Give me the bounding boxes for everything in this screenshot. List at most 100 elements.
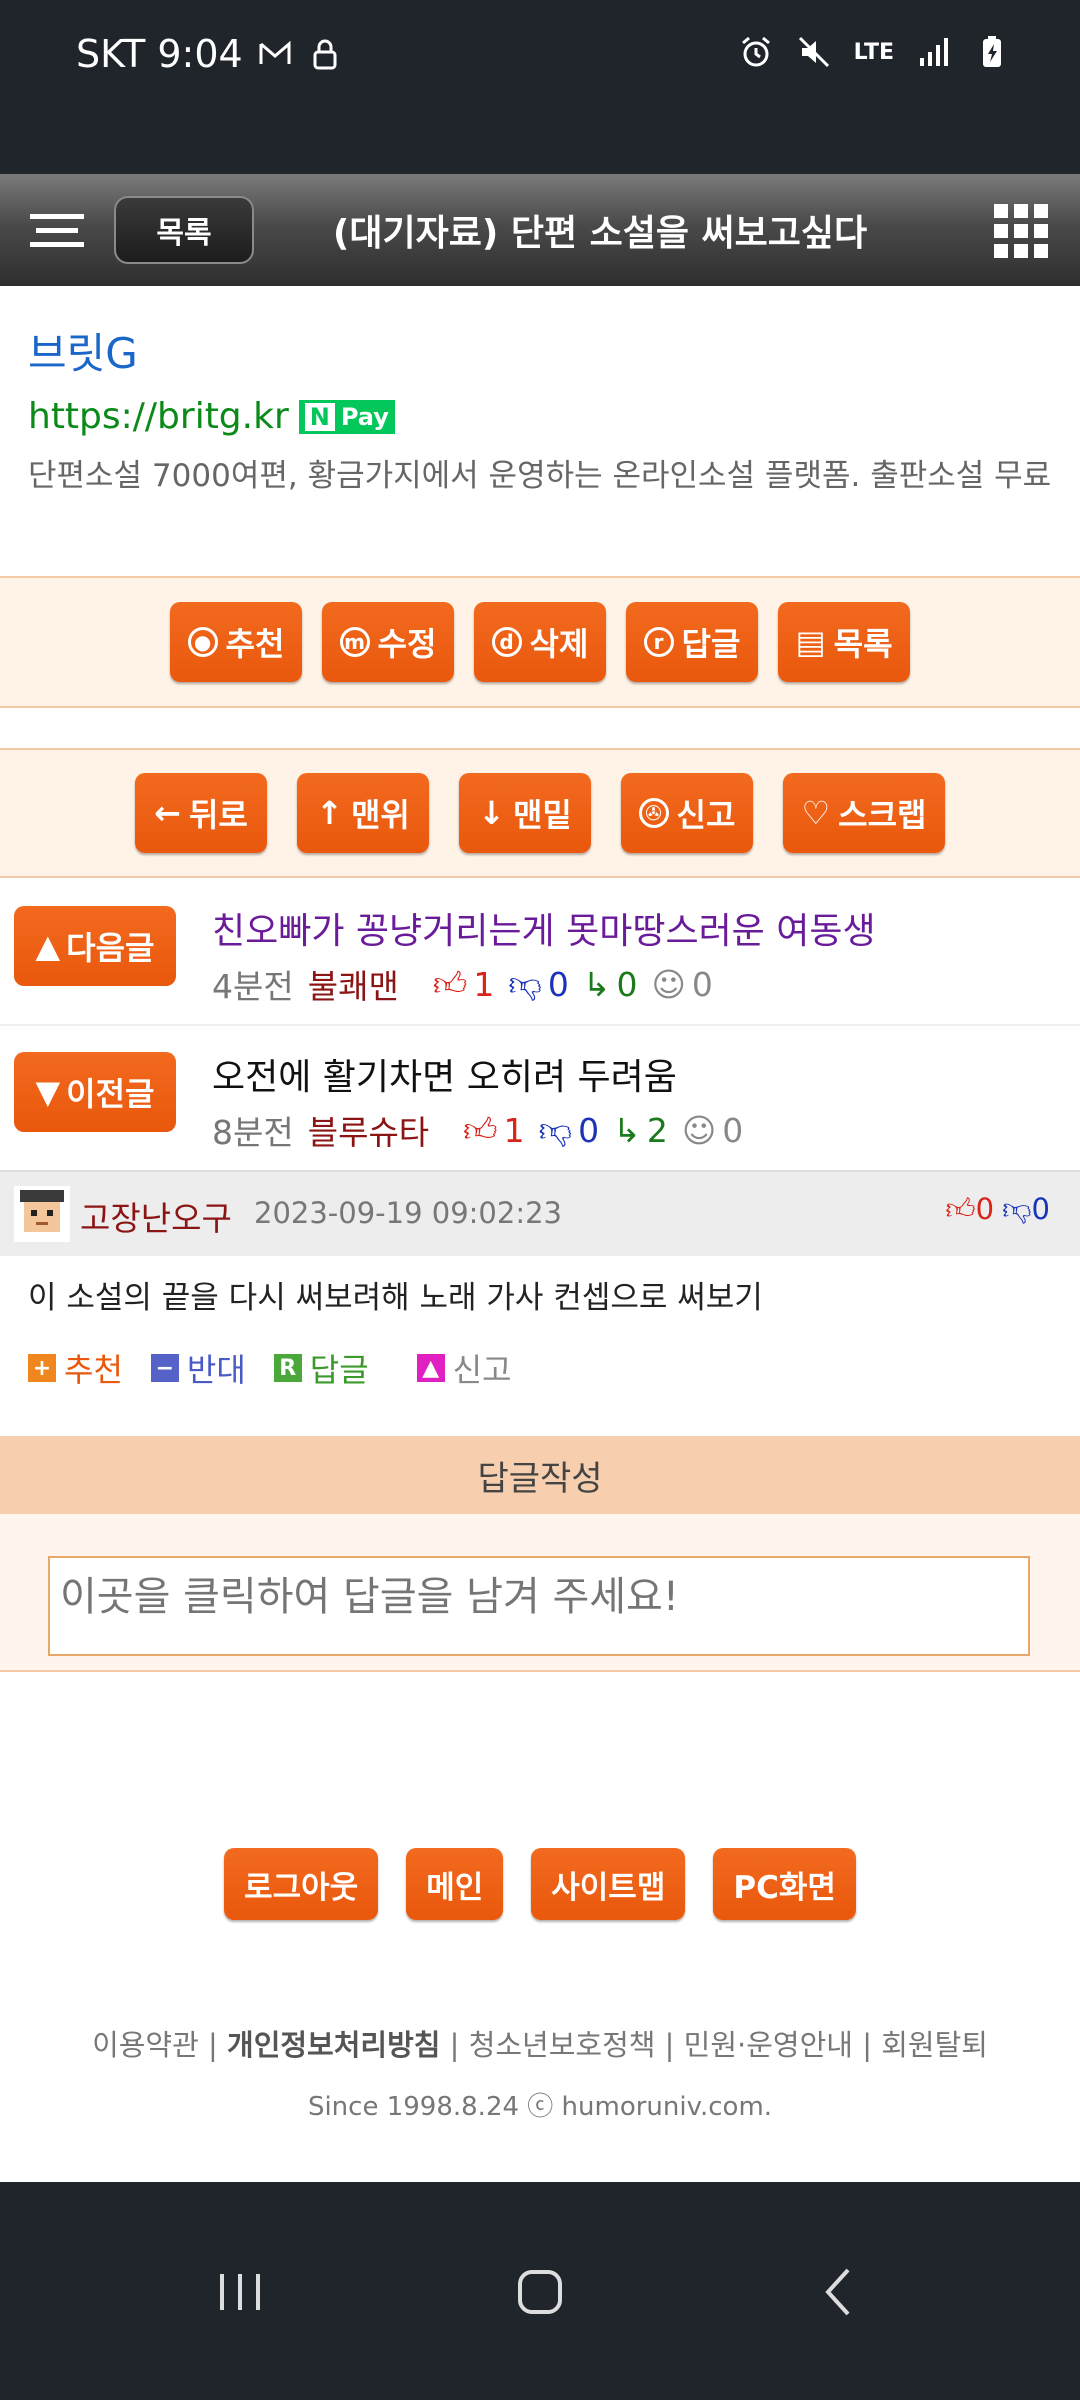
comment-down-value: 0: [1031, 1192, 1050, 1226]
page-title: (대기자료) 단편 소설을 써보고싶다: [332, 213, 868, 254]
ad-url[interactable]: https://britg.kr N Pay: [28, 396, 395, 437]
carrier-time: SKT 9:04: [76, 32, 243, 76]
upvote-value: 1: [473, 964, 495, 1004]
npay-badge: N Pay: [298, 399, 395, 434]
menu-icon[interactable]: [30, 214, 84, 250]
divider: [0, 708, 1080, 748]
ad-block[interactable]: 브릿G https://britg.kr N Pay 단편소설 7000여편, 황…: [0, 286, 1080, 576]
siren-icon: ▲: [416, 1354, 445, 1382]
view-value: 0: [691, 964, 713, 1004]
comment-report[interactable]: ▲ 신고: [416, 1345, 512, 1391]
downvote-count: 👎︎ 0: [508, 964, 569, 1004]
upvote-count: 👍︎ 1: [433, 964, 495, 1004]
avatar[interactable]: [14, 1186, 70, 1242]
back-nav-icon[interactable]: [810, 2262, 870, 2322]
d-circle-icon: d: [491, 627, 522, 657]
comment-recommend[interactable]: + 추천: [28, 1345, 123, 1391]
siren-icon: ✇: [638, 798, 669, 828]
reply-form-header: 답글작성: [0, 1436, 1080, 1514]
prev-post-button[interactable]: ▼ 이전글: [14, 1052, 176, 1132]
pc-view-button[interactable]: PC화면: [713, 1848, 856, 1920]
r-circle-icon: r: [643, 627, 674, 657]
prev-post-title[interactable]: 오전에 활기차면 오히려 두려움: [212, 1048, 677, 1100]
prev-post-label: 이전글: [66, 1075, 155, 1113]
ad-title[interactable]: 브릿G: [28, 320, 138, 381]
recommend-button[interactable]: ● 추천: [170, 602, 302, 682]
ad-url-text[interactable]: https://britg.kr: [28, 396, 289, 437]
thumbs-down-icon: 👎︎: [538, 1110, 573, 1149]
delete-button[interactable]: d 삭제: [474, 602, 606, 682]
scrap-label: 스크랩: [838, 796, 927, 834]
reply-count: ↳ 2: [613, 1111, 668, 1150]
upvote-value: 1: [503, 1110, 525, 1150]
reply-input[interactable]: [48, 1556, 1030, 1656]
battery-icon: [983, 36, 1001, 67]
youth-policy-link[interactable]: 청소년보호정책: [469, 2028, 656, 2062]
prev-post-item[interactable]: ▼ 이전글 오전에 활기차면 오히려 두려움 8분전 블루슈타 👍︎ 1 👎︎ 0 ↳…: [0, 1026, 1080, 1172]
reply-value: 2: [646, 1110, 668, 1150]
arrow-left-icon: ←: [154, 794, 181, 832]
comment-up-value: 0: [975, 1192, 995, 1226]
comment-actions: + 추천 − 반대 R 답글 ▲ 신고: [28, 1345, 512, 1391]
edit-label: 수정: [377, 625, 437, 663]
report-label: 신고: [676, 796, 736, 834]
view-count: ☺ 0: [651, 965, 712, 1004]
comment-upvote[interactable]: 👍︎0: [945, 1192, 994, 1227]
comment-header: 고장난오구 2023-09-19 09:02:23 👍︎0 👎︎0: [0, 1170, 1080, 1256]
comment-report-label: 신고: [452, 1351, 512, 1389]
sitemap-button[interactable]: 사이트맵: [531, 1848, 686, 1920]
withdraw-link[interactable]: 회원탈퇴: [881, 2028, 988, 2062]
next-post-item[interactable]: ▲ 다음글 친오빠가 꽁냥거리는게 못마땅스러운 여동생 4분전 불쾌맨 👍︎ 1 …: [0, 880, 1080, 1026]
status-bar: SKT 9:04 LTE: [0, 0, 1080, 174]
report-button[interactable]: ✇ 신고: [621, 773, 753, 853]
npay-label: Pay: [340, 402, 389, 431]
delete-label: 삭제: [529, 625, 589, 663]
system-nav-bar: [0, 2182, 1080, 2400]
comment-reply[interactable]: R 답글: [273, 1345, 369, 1391]
comment-author[interactable]: 고장난오구: [80, 1192, 232, 1240]
privacy-link[interactable]: 개인정보처리방침: [227, 2028, 440, 2062]
recents-icon[interactable]: [210, 2262, 270, 2322]
list-icon: ▤: [795, 623, 826, 661]
reply-arrow-icon: ↳: [613, 1110, 641, 1150]
face-icon: ☺: [651, 964, 686, 1004]
arrow-up-icon: ↑: [316, 794, 343, 832]
list-bottom-button[interactable]: ▤ 목록: [778, 602, 910, 682]
edit-button[interactable]: m 수정: [322, 602, 454, 682]
help-link[interactable]: 민원·운영안내: [684, 2028, 853, 2062]
downvote-count: 👎︎ 0: [539, 1110, 600, 1150]
upvote-count: 👍︎ 1: [463, 1110, 525, 1150]
reply-value: 0: [616, 964, 638, 1004]
terms-link[interactable]: 이용약관: [92, 2028, 199, 2062]
back-button[interactable]: ← 뒤로: [135, 773, 267, 853]
lock-icon: [313, 39, 337, 70]
scroll-bottom-button[interactable]: ↓ 맨밑: [459, 773, 591, 853]
scroll-top-button[interactable]: ↑ 맨위: [297, 773, 429, 853]
footer-buttons: 로그아웃 메인 사이트맵 PC화면: [0, 1848, 1080, 1920]
status-left: SKT 9:04: [76, 32, 343, 76]
apps-grid-icon[interactable]: [994, 204, 1048, 258]
comment-downvote[interactable]: 👎︎0: [1002, 1192, 1050, 1227]
thumbs-up-icon: 👍︎: [463, 1110, 498, 1149]
scrap-button[interactable]: ♡ 스크랩: [783, 773, 945, 853]
home-icon[interactable]: [510, 2262, 570, 2322]
lte-indicator: LTE: [853, 39, 894, 65]
thumbs-down-icon: 👎︎: [508, 964, 542, 1003]
comment-oppose[interactable]: − 반대: [150, 1345, 246, 1391]
thumbs-up-icon: 👍︎: [945, 1192, 976, 1226]
arrow-down-icon: ↓: [478, 794, 505, 832]
view-count: ☺ 0: [682, 1111, 743, 1150]
main-button[interactable]: 메인: [406, 1848, 504, 1920]
reply-form: [0, 1514, 1080, 1672]
list-button[interactable]: 목록: [114, 196, 254, 264]
reply-arrow-icon: ↳: [582, 964, 611, 1004]
post-author[interactable]: 불쾌맨: [308, 960, 399, 1008]
logout-button[interactable]: 로그아웃: [224, 1848, 379, 1920]
page-nav-row: ← 뒤로 ↑ 맨위 ↓ 맨밑 ✇ 신고 ♡ 스크랩: [0, 748, 1080, 878]
next-post-title[interactable]: 친오빠가 꽁냥거리는게 못마땅스러운 여동생: [212, 902, 876, 954]
next-post-button[interactable]: ▲ 다음글: [14, 906, 176, 986]
reply-button[interactable]: r 답글: [626, 602, 758, 682]
post-author[interactable]: 블루슈타: [308, 1106, 429, 1154]
gmail-icon: [259, 40, 291, 64]
top-bar: 목록 (대기자료) 단편 소설을 써보고싶다: [0, 174, 1080, 286]
